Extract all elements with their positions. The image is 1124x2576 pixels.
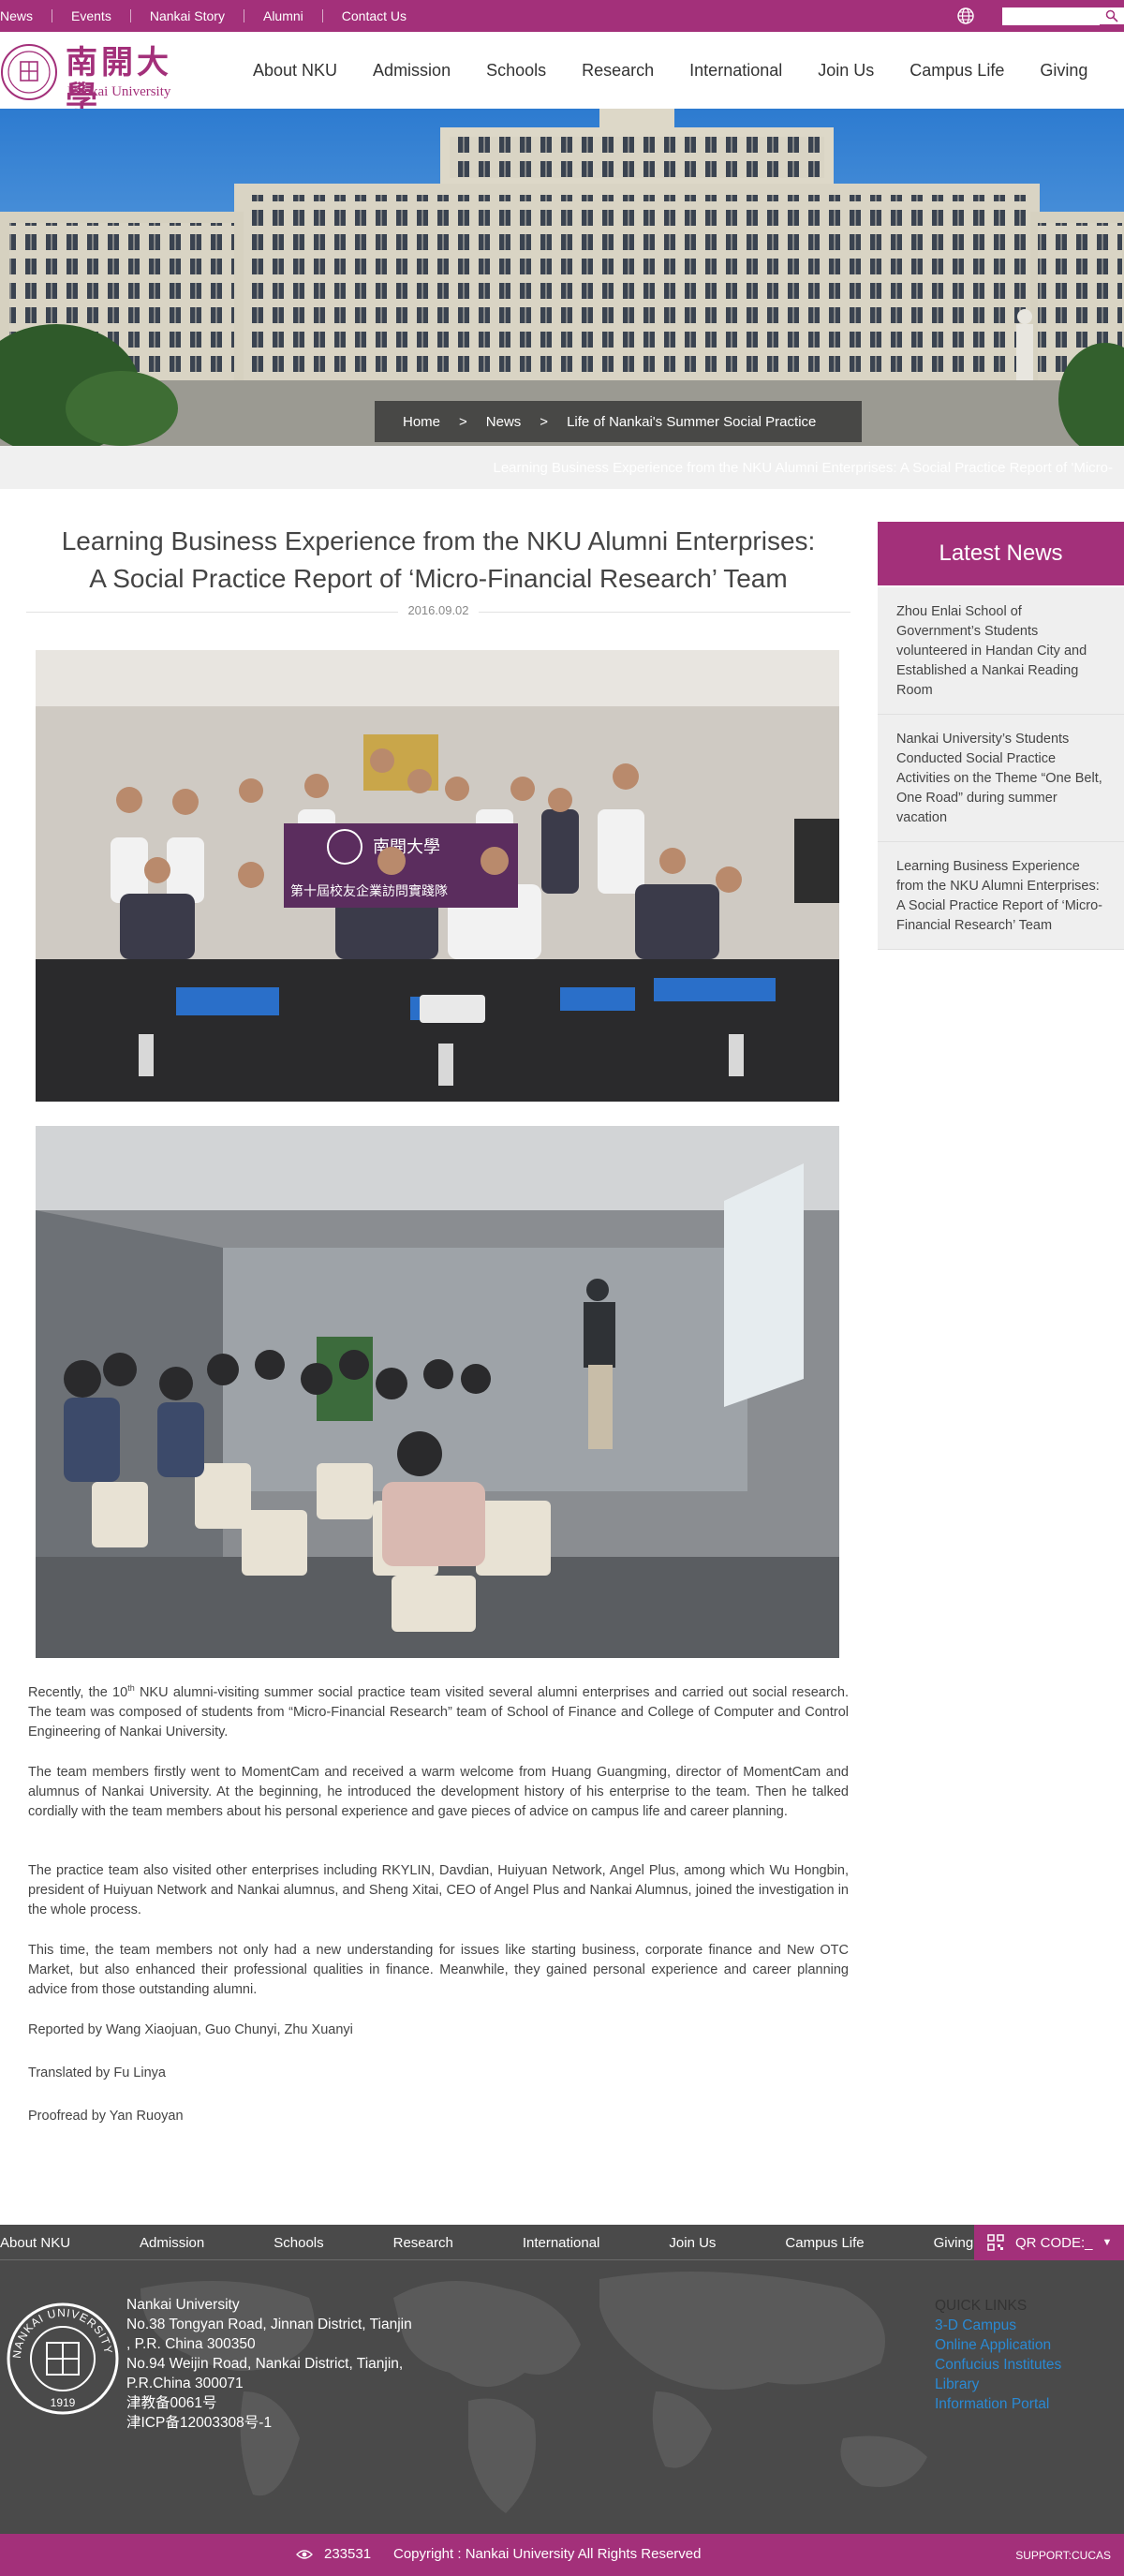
footer-nav-about-nku[interactable]: About NKU [0, 2235, 70, 2251]
support-link[interactable]: SUPPORT:CUCAS [1015, 2549, 1111, 2562]
site-footer: About NKU Admission Schools Research Int… [0, 2225, 1124, 2534]
nankai-seal-icon: NANKAI UNIVERSITY 1919 [7, 2302, 119, 2415]
group-photo: 南開大學 第十屆校友企業訪問實踐隊 [36, 650, 839, 1102]
nav-about-nku[interactable]: About NKU [253, 61, 337, 81]
top-bar: News Events Nankai Story Alumni Contact … [0, 0, 1124, 32]
logo-english-name: Nankai University [67, 84, 171, 99]
university-seal-icon [1, 44, 57, 100]
article-paragraph-3: The practice team also visited other ent… [28, 1863, 849, 1917]
footer-nav-items: About NKU Admission Schools Research Int… [0, 2225, 1043, 2260]
latest-news-item[interactable]: Nankai University’s Students Conducted S… [878, 715, 1124, 842]
nav-schools[interactable]: Schools [486, 61, 546, 81]
footer-nav: About NKU Admission Schools Research Int… [0, 2225, 1124, 2260]
top-link-nankai-story[interactable]: Nankai Story [131, 9, 244, 22]
article-title: Learning Business Experience from the NK… [26, 523, 850, 598]
breadcrumb-home[interactable]: Home [403, 414, 440, 430]
hero-banner-image [0, 109, 1124, 446]
quick-links: QUICK LINKS 3-D Campus Online Applicatio… [935, 2296, 1061, 2414]
meeting-room-photo [36, 1126, 839, 1658]
search-input[interactable] [1002, 8, 1100, 25]
ordinal-suffix: th [127, 1683, 135, 1693]
nav-campus-life[interactable]: Campus Life [910, 61, 1004, 81]
search-icon[interactable] [1105, 9, 1118, 22]
logo-chinese-name: 南開大學 [66, 44, 172, 117]
breadcrumb-strip: Learning Business Experience from the NK… [0, 446, 1124, 489]
footer-nav-schools[interactable]: Schools [274, 2235, 323, 2251]
nav-admission[interactable]: Admission [373, 61, 451, 81]
quick-link-online-application[interactable]: Online Application [935, 2335, 1061, 2355]
main-nav: About NKU Admission Schools Research Int… [253, 32, 1123, 109]
site-logo[interactable]: 南開大學 Nankai University [0, 43, 201, 116]
address-line: 津ICP备12003308号-1 [126, 2415, 273, 2431]
top-link-alumni[interactable]: Alumni [244, 9, 323, 22]
top-link-events[interactable]: Events [52, 9, 131, 22]
globe-icon[interactable] [956, 7, 975, 25]
address-line: 津教备0061号 [126, 2395, 217, 2411]
breadcrumb-separator: > [459, 413, 467, 430]
breadcrumb-separator: > [540, 413, 549, 430]
latest-news-heading: Latest News [878, 522, 1124, 585]
article-paragraph-1: Recently, the 10th NKU alumni-visiting s… [28, 1679, 849, 1742]
nav-research[interactable]: Research [582, 61, 654, 81]
nav-international[interactable]: International [689, 61, 782, 81]
top-links: News Events Nankai Story Alumni Contact … [0, 0, 425, 32]
latest-news-list: Zhou Enlai School of Government’s Studen… [878, 587, 1124, 950]
nav-giving[interactable]: Giving [1040, 61, 1087, 81]
banner-team-characters: 第十屆校友企業訪問實踐隊 [290, 883, 448, 899]
article-paragraph-4: This time, the team members not only had… [28, 1943, 849, 1997]
breadcrumb-news[interactable]: News [486, 414, 522, 430]
qr-code-button[interactable]: QR CODE:_ ▼ [974, 2225, 1124, 2260]
article-paragraph-2: The team members firstly went to MomentC… [28, 1765, 849, 1819]
quick-links-heading: QUICK LINKS [935, 2298, 1028, 2314]
copyright: Copyright : Nankai University All Rights… [393, 2546, 702, 2562]
latest-news-item[interactable]: Zhou Enlai School of Government’s Studen… [878, 587, 1124, 715]
footer-nav-campus-life[interactable]: Campus Life [785, 2235, 864, 2251]
quick-link-library[interactable]: Library [935, 2375, 1061, 2394]
top-link-news[interactable]: News [0, 9, 53, 22]
quick-link-information-portal[interactable]: Information Portal [935, 2394, 1061, 2414]
article-date: 2016.09.02 [26, 603, 850, 617]
nav-join-us[interactable]: Join Us [818, 61, 874, 81]
paragraph-1-rest: NKU alumni-visiting summer social practi… [28, 1684, 849, 1740]
main-header: 南開大學 Nankai University About NKU Admissi… [0, 32, 1124, 116]
proofread-by: Proofread by Yan Ruoyan [28, 2109, 184, 2124]
latest-news-item[interactable]: Learning Business Experience from the NK… [878, 842, 1124, 950]
footer-address: Nankai University No.38 Tongyan Road, Ji… [126, 2295, 412, 2433]
reported-by: Reported by Wang Xiaojuan, Guo Chunyi, Z… [28, 2022, 353, 2037]
breadcrumb: Home > News > Life of Nankai's Summer So… [375, 401, 862, 442]
qr-code-label: QR CODE:_ [1015, 2234, 1093, 2251]
caret-down-icon: ▼ [1102, 2237, 1113, 2248]
search-box [1002, 7, 1124, 25]
visit-count: 233531 [324, 2546, 372, 2562]
address-line: Nankai University [126, 2297, 240, 2313]
article-date-text: 2016.09.02 [398, 603, 479, 617]
seal-year: 1919 [51, 2396, 76, 2409]
article-title-line-1: Learning Business Experience from the NK… [61, 526, 816, 555]
top-link-contact-us[interactable]: Contact Us [323, 9, 425, 22]
qr-code-icon [987, 2234, 1004, 2251]
paragraph-1-start: Recently, the 10 [28, 1684, 128, 1700]
translated-by: Translated by Fu Linya [28, 2065, 166, 2080]
quick-link-confucius-institutes[interactable]: Confucius Institutes [935, 2355, 1061, 2375]
address-line: P.R.China 300071 [126, 2376, 244, 2391]
footer-nav-admission[interactable]: Admission [140, 2235, 204, 2251]
quick-link-3d-campus[interactable]: 3-D Campus [935, 2316, 1061, 2335]
breadcrumb-current-page: Learning Business Experience from the NK… [493, 460, 1114, 476]
address-line: , P.R. China 300350 [126, 2336, 256, 2352]
footer-nav-international[interactable]: International [523, 2235, 600, 2251]
footer-nav-research[interactable]: Research [393, 2235, 453, 2251]
breadcrumb-section[interactable]: Life of Nankai's Summer Social Practice [567, 414, 816, 430]
address-line: No.94 Weijin Road, Nankai District, Tian… [126, 2356, 404, 2372]
footer-nav-giving[interactable]: Giving [934, 2235, 974, 2251]
article-title-line-2: A Social Practice Report of ‘Micro-Finan… [89, 564, 788, 593]
eye-icon [296, 2549, 313, 2559]
visit-counter: 233531 [296, 2546, 371, 2562]
bottom-bar: 233531 Copyright : Nankai University All… [0, 2534, 1124, 2576]
address-line: No.38 Tongyan Road, Jinnan District, Tia… [126, 2317, 412, 2332]
footer-nav-join-us[interactable]: Join Us [669, 2235, 716, 2251]
